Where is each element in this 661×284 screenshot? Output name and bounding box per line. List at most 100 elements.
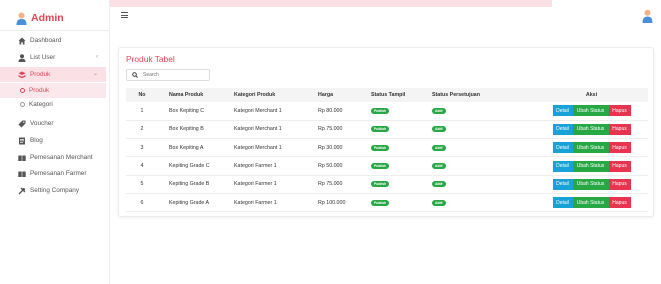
sidebar-item-label: Blog <box>30 137 43 144</box>
sidebar-subitem-produk[interactable]: Produk <box>0 83 106 98</box>
table-header-row: No Nama Produk Kategori Produk Harga Sta… <box>126 88 648 102</box>
sidebar-subitem-kategori[interactable]: Kategori <box>0 97 106 112</box>
action-group: Detail Ubah Status Hapus <box>552 105 631 117</box>
search-box[interactable] <box>126 69 210 81</box>
cell-nama-produk: Kepiting Grade A <box>169 199 210 206</box>
column-header-no: No <box>138 92 146 98</box>
detail-button[interactable]: Detail <box>552 142 573 154</box>
avatar-icon <box>16 12 27 25</box>
detail-button[interactable]: Detail <box>552 105 573 117</box>
column-header-kategori-produk: Kategori Produk <box>234 92 276 98</box>
detail-button[interactable]: Detail <box>552 123 573 135</box>
cell-kategori-produk: Kategori Merchant 1 <box>234 144 282 151</box>
status-badge-persetujuan: Aktif <box>432 199 446 206</box>
cell-aksi: Detail Ubah Status Hapus <box>535 157 648 175</box>
cell-status-persetujuan: Aktif <box>431 175 535 193</box>
detail-button[interactable]: Detail <box>552 160 573 172</box>
hapus-button[interactable]: Hapus <box>608 123 631 135</box>
home-icon <box>18 37 26 45</box>
book-icon <box>18 154 26 162</box>
ubah-status-button[interactable]: Ubah Status <box>572 197 609 209</box>
circle-icon <box>20 88 25 93</box>
topbar <box>110 0 661 32</box>
sidebar-item-label: Voucher <box>30 120 54 127</box>
hapus-button[interactable]: Hapus <box>608 105 631 117</box>
cell-harga: Rp 30.000 <box>318 144 343 151</box>
search-input[interactable] <box>143 72 203 78</box>
column-header-harga: Harga <box>318 92 334 98</box>
hapus-button[interactable]: Hapus <box>608 160 631 172</box>
sidebar-item-label: List User <box>30 54 56 61</box>
sidebar-item-label: Kategori <box>29 101 53 108</box>
column-header-status-tampil: Status Tampil <box>371 92 406 98</box>
status-badge-persetujuan: Aktif <box>432 107 446 114</box>
ubah-status-button[interactable]: Ubah Status <box>572 178 609 190</box>
action-group: Detail Ubah Status Hapus <box>552 160 631 172</box>
sidebar-item-blog[interactable]: Blog <box>0 133 106 148</box>
cell-no: 6 <box>140 199 144 206</box>
ubah-status-button[interactable]: Ubah Status <box>572 123 609 135</box>
table-row: 4 Kepiting Grade C Kategori Farmer 1 Rp 50.… <box>126 157 648 176</box>
status-badge-tampil: Publish <box>371 199 390 206</box>
tag-icon <box>18 120 26 128</box>
detail-button[interactable]: Detail <box>552 178 573 190</box>
ubah-status-button[interactable]: Ubah Status <box>572 105 609 117</box>
sidebar-item-pemesanan-farmer[interactable]: Pemesanan Farmer <box>0 166 106 181</box>
status-badge-persetujuan: Aktif <box>432 163 446 170</box>
detail-button[interactable]: Detail <box>552 197 573 209</box>
cell-aksi: Detail Ubah Status Hapus <box>535 139 648 157</box>
sidebar-item-list-user[interactable]: List User ‹ <box>0 50 106 65</box>
sidebar-item-pemesanan-merchant[interactable]: Pemesanan Merchant <box>0 150 106 165</box>
cell-no: 1 <box>140 107 144 114</box>
hapus-button[interactable]: Hapus <box>608 178 631 190</box>
cell-harga: Rp 100.000 <box>318 199 346 206</box>
brand[interactable]: Admin <box>16 11 64 25</box>
cell-status-tampil: Publish <box>370 175 431 193</box>
sidebar-item-produk[interactable]: Produk ⌄ <box>0 67 106 82</box>
column-header-nama-produk: Nama Produk <box>169 92 204 98</box>
user-avatar-icon[interactable] <box>642 9 653 23</box>
status-badge-tampil: Publish <box>371 126 390 133</box>
cell-no: 3 <box>140 144 144 151</box>
status-badge-persetujuan: Aktif <box>432 144 446 151</box>
sidebar-item-label: Setting Company <box>30 187 80 194</box>
cell-status-persetujuan: Aktif <box>431 120 535 138</box>
cell-status-tampil: Publish <box>370 193 431 211</box>
hapus-button[interactable]: Hapus <box>608 142 631 154</box>
sidebar-item-setting-company[interactable]: Setting Company <box>0 183 106 198</box>
ubah-status-button[interactable]: Ubah Status <box>572 142 609 154</box>
sidebar-item-voucher[interactable]: Voucher <box>0 116 106 131</box>
cell-harga: Rp 75.000 <box>318 126 343 133</box>
status-badge-tampil: Publish <box>371 181 390 188</box>
cell-status-persetujuan: Aktif <box>431 139 535 157</box>
table-row: 6 Kepiting Grade A Kategori Farmer 1 Rp 100… <box>126 193 648 212</box>
cell-status-persetujuan: Aktif <box>431 157 535 175</box>
sidebar-item-dashboard[interactable]: Dashboard <box>0 33 106 48</box>
sidebar-item-label: Produk <box>29 87 50 94</box>
cell-status-tampil: Publish <box>370 120 431 138</box>
cell-aksi: Detail Ubah Status Hapus <box>535 120 648 138</box>
cell-status-tampil: Publish <box>370 157 431 175</box>
cell-status-tampil: Publish <box>370 139 431 157</box>
ubah-status-button[interactable]: Ubah Status <box>572 160 609 172</box>
cell-nama-produk: Box Kepiting B <box>169 126 204 133</box>
document-icon <box>18 137 26 145</box>
cell-aksi: Detail Ubah Status Hapus <box>535 102 648 120</box>
brand-divider <box>0 30 110 31</box>
action-group: Detail Ubah Status Hapus <box>552 197 631 209</box>
brand-title: Admin <box>31 12 64 24</box>
hapus-button[interactable]: Hapus <box>608 197 631 209</box>
cell-kategori-produk: Kategori Farmer 1 <box>234 163 277 170</box>
status-badge-tampil: Publish <box>371 107 390 114</box>
cell-aksi: Detail Ubah Status Hapus <box>535 193 648 211</box>
sidebar-item-label: Pemesanan Merchant <box>30 154 93 161</box>
cell-status-tampil: Publish <box>370 102 431 120</box>
cell-no: 5 <box>140 181 144 188</box>
action-group: Detail Ubah Status Hapus <box>552 123 631 135</box>
cell-aksi: Detail Ubah Status Hapus <box>535 175 648 193</box>
chevron-left-icon: ‹ <box>96 54 98 60</box>
menu-icon[interactable] <box>121 12 128 18</box>
action-group: Detail Ubah Status Hapus <box>552 178 631 190</box>
cell-kategori-produk: Kategori Farmer 1 <box>234 181 277 188</box>
sidebar-item-label: Produk <box>30 71 51 78</box>
